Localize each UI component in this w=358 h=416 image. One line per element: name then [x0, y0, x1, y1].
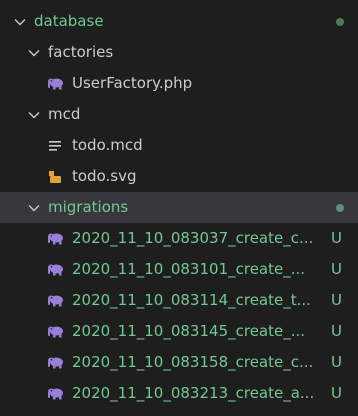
folder-label: database: [34, 12, 104, 30]
file-todo-svg[interactable]: todo.svg: [0, 161, 358, 192]
file-label: 2020_11_10_083037_create_c...: [72, 229, 314, 247]
list-item[interactable]: 2020_11_10_083145_create_... U: [0, 316, 358, 347]
file-label: 2020_11_10_083158_create_c...: [72, 353, 314, 371]
folder-label: migrations: [48, 198, 129, 216]
list-item[interactable]: 2020_11_10_083037_create_c... U: [0, 223, 358, 254]
text-lines-icon: [46, 138, 64, 154]
php-elephant-icon: [46, 324, 64, 340]
php-elephant-icon: [46, 231, 64, 247]
file-label: 2020_11_10_083145_create_...: [72, 322, 306, 340]
file-explorer-tree: database factories UserFactory.php mcd t…: [0, 0, 358, 416]
file-label: 2020_11_10_083213_create_a...: [72, 384, 315, 402]
file-label: todo.svg: [72, 167, 137, 185]
folder-database[interactable]: database: [0, 6, 358, 37]
folder-label: factories: [48, 43, 114, 61]
list-item[interactable]: 2020_11_10_083158_create_c... U: [0, 347, 358, 378]
folder-factories[interactable]: factories: [0, 37, 358, 68]
php-elephant-icon: [46, 386, 64, 402]
folder-mcd[interactable]: mcd: [0, 99, 358, 130]
modified-dot-icon: [336, 18, 344, 26]
list-item[interactable]: 2020_11_10_083101_create_... U: [0, 254, 358, 285]
untracked-status-badge: U: [331, 322, 342, 340]
untracked-status-badge: U: [331, 353, 342, 371]
folder-migrations[interactable]: migrations: [0, 192, 358, 223]
chevron-down-icon: [26, 107, 42, 123]
untracked-status-badge: U: [331, 229, 342, 247]
file-label: todo.mcd: [72, 136, 143, 154]
modified-dot-icon: [336, 204, 344, 212]
list-item[interactable]: 2020_11_10_083114_create_t... U: [0, 285, 358, 316]
php-elephant-icon: [46, 262, 64, 278]
svg-file-icon: [46, 169, 64, 185]
php-elephant-icon: [46, 355, 64, 371]
folder-label: mcd: [48, 105, 81, 123]
chevron-down-icon: [26, 45, 42, 61]
php-elephant-icon: [46, 293, 64, 309]
chevron-down-icon: [26, 200, 42, 216]
php-elephant-icon: [46, 76, 64, 92]
chevron-down-icon: [12, 14, 28, 30]
file-todo-mcd[interactable]: todo.mcd: [0, 130, 358, 161]
file-userfactory[interactable]: UserFactory.php: [0, 68, 358, 99]
file-label: 2020_11_10_083114_create_t...: [72, 291, 311, 309]
untracked-status-badge: U: [331, 384, 342, 402]
untracked-status-badge: U: [331, 291, 342, 309]
file-label: UserFactory.php: [72, 74, 193, 92]
file-label: 2020_11_10_083101_create_...: [72, 260, 306, 278]
untracked-status-badge: U: [331, 260, 342, 278]
list-item[interactable]: 2020_11_10_083213_create_a... U: [0, 378, 358, 409]
